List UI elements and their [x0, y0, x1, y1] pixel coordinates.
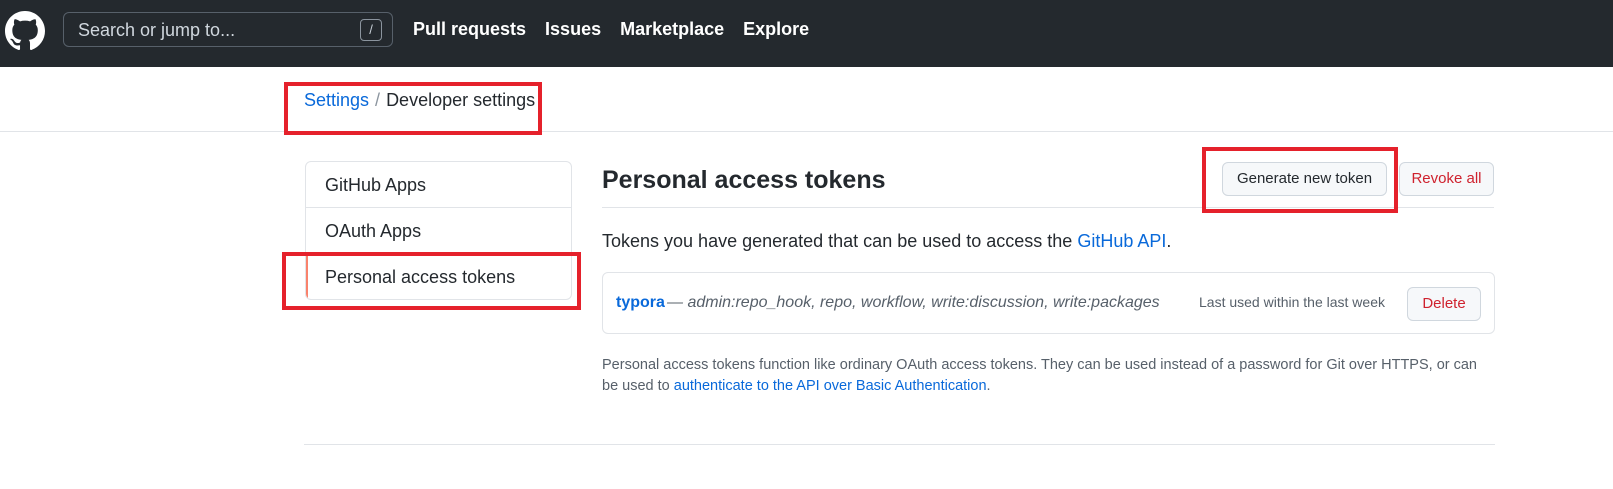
search-box[interactable]: / [63, 12, 393, 47]
header-nav: Pull requests Issues Marketplace Explore [413, 19, 809, 40]
token-scopes: — admin:repo_hook, repo, workflow, write… [667, 294, 1160, 311]
footnote-text: Personal access tokens function like ord… [602, 357, 1477, 394]
search-shortcut-key: / [360, 19, 382, 41]
annotation-box-personal-access-tokens [282, 252, 581, 310]
github-logo-icon[interactable] [5, 11, 45, 51]
nav-explore[interactable]: Explore [743, 19, 809, 40]
token-last-used: Last used within the last week [1199, 294, 1385, 310]
sidebar-item-github-apps[interactable]: GitHub Apps [306, 162, 571, 208]
top-header: / Pull requests Issues Marketplace Explo… [0, 0, 1613, 67]
nav-issues[interactable]: Issues [545, 19, 601, 40]
intro-text: Tokens you have generated that can be us… [602, 231, 1172, 251]
page-title: Personal access tokens [602, 166, 886, 194]
delete-token-button[interactable]: Delete [1407, 287, 1481, 321]
annotation-box-generate-token [1202, 147, 1398, 213]
token-name-link[interactable]: typora [616, 294, 665, 312]
breadcrumb-divider [0, 131, 1613, 132]
search-input[interactable] [78, 20, 348, 40]
annotation-box-breadcrumb [284, 82, 542, 135]
github-api-link[interactable]: GitHub API [1077, 231, 1166, 251]
token-list-item: typora — admin:repo_hook, repo, workflow… [602, 272, 1495, 334]
nav-marketplace[interactable]: Marketplace [620, 19, 724, 40]
bottom-divider [304, 444, 1495, 445]
basic-auth-link[interactable]: authenticate to the API over Basic Authe… [674, 378, 987, 394]
revoke-all-button[interactable]: Revoke all [1399, 162, 1494, 196]
sidebar-item-oauth-apps[interactable]: OAuth Apps [306, 208, 571, 254]
nav-pull-requests[interactable]: Pull requests [413, 19, 526, 40]
